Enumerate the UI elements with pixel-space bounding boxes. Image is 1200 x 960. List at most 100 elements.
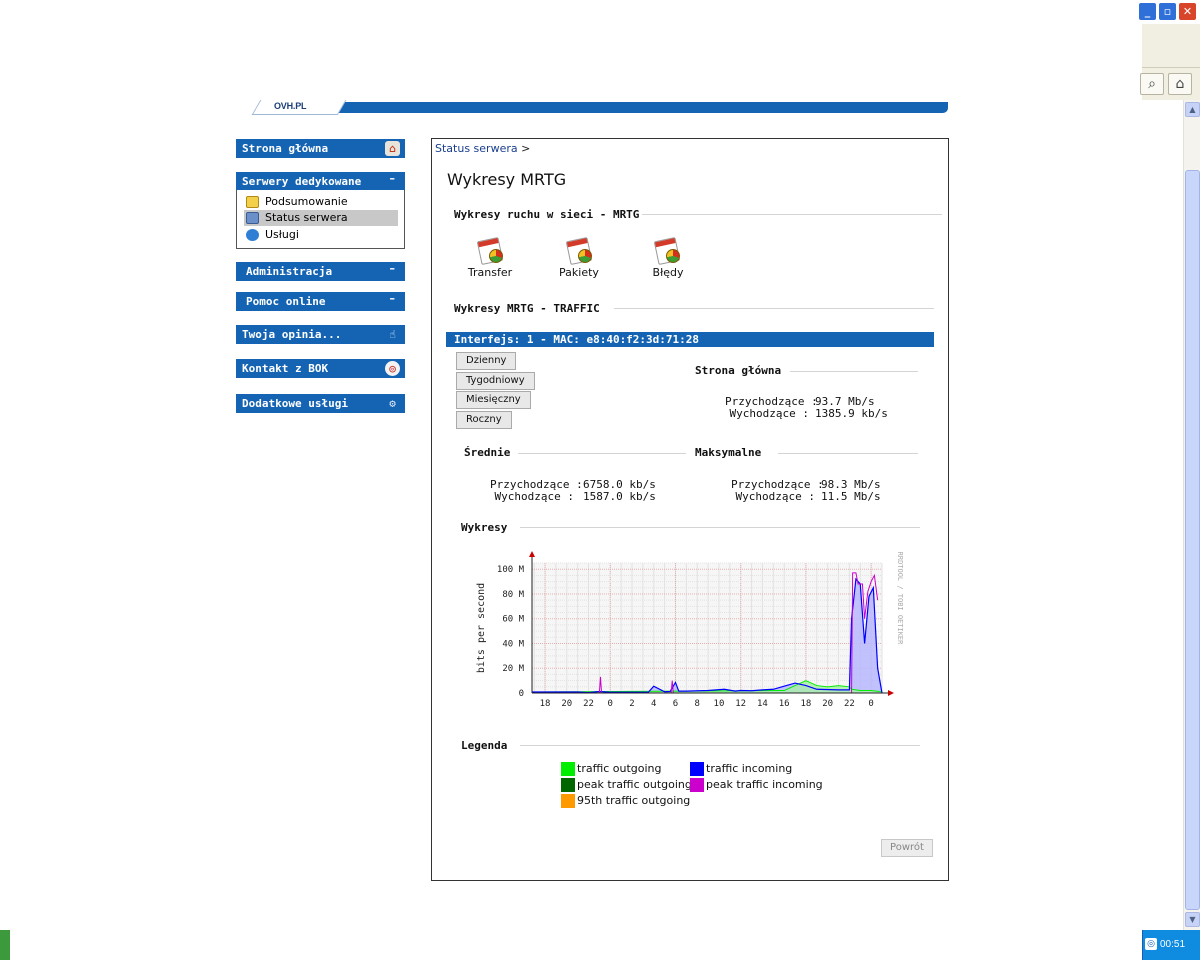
legend-swatch-95th-outgoing [561, 794, 575, 808]
x-tick-label: 20 [561, 699, 572, 709]
window-controls: _ ▫ ✕ [1138, 0, 1200, 24]
charts-section-title: Wykresy [461, 521, 508, 534]
sidebar-item-label: Podsumowanie [265, 195, 348, 208]
x-tick-label: 16 [779, 699, 790, 709]
browser-toolbar [1142, 24, 1200, 68]
traffic-section-title: Wykresy MRTG - TRAFFIC [454, 302, 600, 315]
breadcrumb-link[interactable]: Status serwera [435, 142, 518, 155]
sidebar-item-services[interactable]: Usługi [244, 227, 398, 243]
taskbar-clock: 00:51 [1160, 939, 1186, 950]
banner-line [300, 102, 948, 113]
x-axis-arrow [888, 690, 894, 696]
close-button[interactable]: ✕ [1178, 2, 1197, 21]
vertical-scrollbar[interactable]: ▲ ▼ [1183, 100, 1200, 930]
divider [520, 527, 920, 528]
home-out-label: Wychodzące : [729, 407, 809, 420]
home-icon[interactable]: ⌂ [1168, 73, 1192, 95]
sidebar-item-summary[interactable]: Podsumowanie [244, 194, 398, 210]
sidebar-home[interactable]: Strona główna ⌂ [236, 139, 405, 158]
back-button[interactable]: Powrót [881, 839, 933, 857]
plot-area [532, 563, 882, 693]
x-tick-label: 18 [800, 699, 811, 709]
period-weekly-button[interactable]: Tygodniowy [456, 372, 535, 390]
sidebar-extra[interactable]: Dodatkowe usługi ⚙ [236, 394, 405, 413]
sidebar-item-label: Usługi [265, 228, 299, 241]
sidebar-help-label: Pomoc online [246, 295, 326, 308]
sidebar-dedicated-label: Serwery dedykowane [242, 175, 362, 188]
lifebuoy-icon: ◎ [385, 361, 400, 376]
ovh-banner: OVH.PL [240, 100, 948, 115]
maximize-button[interactable]: ▫ [1158, 2, 1177, 21]
x-tick-label: 22 [583, 699, 594, 709]
tools-icon: ⚙ [389, 397, 396, 410]
x-tick-label: 10 [714, 699, 725, 709]
x-tick-label: 0 [608, 699, 613, 709]
sidebar-contact-label: Kontakt z BOK [242, 362, 329, 375]
max-stats-title: Maksymalne [695, 446, 762, 459]
start-button[interactable] [0, 930, 10, 960]
period-monthly-button[interactable]: Miesięczny [456, 391, 531, 409]
x-tick-label: 8 [695, 699, 700, 709]
collapse-icon[interactable]: – [390, 172, 396, 185]
chart-svg: 0 20 M 40 M 60 M 80 M 100 M 18 20 22 0 2 4 6 8 10 12 14 1… [476, 551, 904, 709]
sidebar-admin-label: Administracja [246, 265, 333, 278]
home-stats-title: Strona główna [695, 364, 782, 377]
sidebar-dedicated[interactable]: Serwery dedykowane – [236, 172, 405, 191]
legend-swatch-traffic-incoming [690, 762, 704, 776]
divider [642, 214, 942, 215]
collapse-icon[interactable]: – [390, 262, 396, 275]
avg-out-label: Wychodzące : [494, 490, 574, 503]
y-tick-label: 100 M [497, 565, 525, 575]
x-tick-label: 22 [844, 699, 855, 709]
period-daily-button[interactable]: Dzienny [456, 352, 517, 370]
services-icon [246, 229, 259, 241]
legend-swatch-traffic-outgoing [561, 762, 575, 776]
y-tick-label: 20 M [502, 664, 524, 674]
sidebar-contact[interactable]: Kontakt z BOK ◎ [236, 359, 405, 378]
scroll-up-arrow[interactable]: ▲ [1185, 102, 1200, 117]
breadcrumb-separator: > [521, 142, 531, 155]
scroll-down-arrow[interactable]: ▼ [1185, 912, 1200, 927]
divider [520, 745, 920, 746]
max-out-value: 11.5 Mb/s [821, 490, 881, 503]
transfer-icon[interactable] [473, 236, 509, 269]
period-yearly-button[interactable]: Roczny [456, 411, 512, 429]
y-axis-label: bits per second [476, 583, 487, 673]
sidebar-admin[interactable]: Administracja – [236, 262, 405, 281]
page-title: Wykresy MRTG [447, 170, 567, 189]
x-tick-label: 0 [868, 699, 873, 709]
collapse-icon[interactable]: – [390, 292, 396, 305]
legend-traffic-outgoing: traffic outgoing [577, 762, 662, 775]
search-icon[interactable]: ⌕ [1140, 73, 1164, 95]
tray-icon[interactable]: ◎ [1145, 938, 1157, 950]
network-section-title: Wykresy ruchu w sieci - MRTG [454, 208, 640, 221]
sidebar-extra-label: Dodatkowe usługi [242, 397, 348, 410]
transfer-link[interactable]: Transfer [450, 266, 530, 279]
sidebar-help[interactable]: Pomoc online – [236, 292, 405, 311]
folder-icon [246, 196, 259, 208]
breadcrumb: Status serwera > [435, 142, 530, 155]
y-tick-label: 60 M [502, 615, 524, 625]
avg-stats-title: Średnie [464, 446, 511, 459]
minimize-button[interactable]: _ [1138, 2, 1157, 21]
house-icon: ⌂ [385, 141, 400, 156]
sidebar-item-server-status[interactable]: Status serwera [244, 210, 398, 226]
legend-peak-outgoing: peak traffic outgoing [577, 778, 692, 791]
ovh-logo[interactable]: OVH.PL [274, 101, 307, 111]
main-panel: Status serwera > Wykresy MRTG Wykresy ru… [431, 138, 949, 881]
legend-peak-incoming: peak traffic incoming [706, 778, 823, 791]
mrtg-chart: 0 20 M 40 M 60 M 80 M 100 M 18 20 22 0 2 4 6 8 10 12 14 1… [462, 543, 922, 723]
x-tick-label: 18 [540, 699, 551, 709]
errors-link[interactable]: Błędy [628, 266, 708, 279]
scroll-thumb[interactable] [1185, 170, 1200, 910]
divider [518, 453, 686, 454]
hand-icon: ☝ [389, 328, 396, 341]
y-axis-arrow [529, 551, 535, 557]
packets-link[interactable]: Pakiety [539, 266, 619, 279]
sidebar-opinion-label: Twoja opinia... [242, 328, 342, 341]
x-tick-label: 20 [822, 699, 833, 709]
sidebar-opinion[interactable]: Twoja opinia... ☝ [236, 325, 405, 344]
errors-icon[interactable] [650, 236, 686, 269]
packets-icon[interactable] [562, 236, 598, 269]
divider [778, 453, 918, 454]
